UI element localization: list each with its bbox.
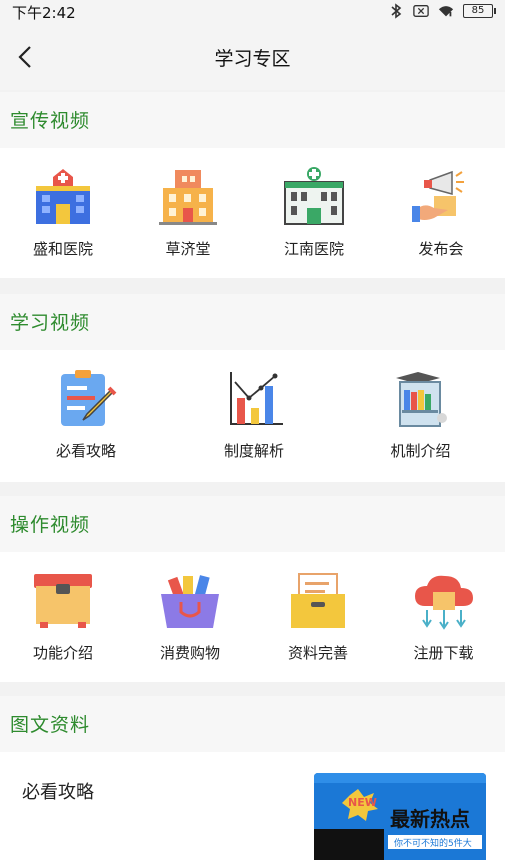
thumb-headline: 最新热点 [390,807,470,831]
status-time: 下午2:42 [12,4,76,22]
video-grid: 功能介绍 消费购物 资料完善 注册下载 [0,552,505,663]
bookshelf-icon [395,372,447,427]
document-thumbnail: NEW 最新热点 你不可不知的5件大 [314,773,486,860]
section-promo-videos: 宣传视频 盛和医院 草济堂 江南医院 发布会 [0,92,505,278]
grid-label: 盛和医院 [32,240,93,258]
box-icon [34,574,92,628]
thumb-badge: NEW [348,796,377,809]
grid-item-policy-analysis[interactable]: 制度解析 [172,368,336,461]
grid-item-shopping[interactable]: 消费购物 [126,570,254,663]
section-title: 宣传视频 [10,110,91,132]
video-grid: 必看攻略 制度解析 机制介绍 [0,350,505,461]
megaphone-icon [412,170,464,222]
section-header: 操作视频 [0,496,505,552]
grid-label: 必看攻略 [55,442,116,460]
grid-item-jiangnan-hospital[interactable]: 江南医院 [250,166,378,259]
thumb-subtitle: 你不可不知的5件大 [394,839,472,849]
section-title: 图文资料 [10,714,91,736]
building-orange-icon [159,170,217,225]
grid-label: 草济堂 [165,240,211,258]
bar-chart-icon [230,372,283,425]
grid-label: 资料完善 [287,644,348,662]
mute-icon [413,3,429,19]
grid-item-register-download[interactable]: 注册下载 [382,570,505,663]
grid-item-shenghe-hospital[interactable]: 盛和医院 [0,166,126,259]
clipboard-pen-icon [61,370,117,426]
video-grid: 盛和医院 草济堂 江南医院 发布会 [0,148,505,259]
section-header: 宣传视频 [0,92,505,148]
wifi-icon [438,3,454,19]
status-bar: 下午2:42 85 [0,0,505,24]
grid-item-mechanism-intro[interactable]: 机制介绍 [336,368,505,461]
grid-item-caojitang[interactable]: 草济堂 [126,166,250,259]
grid-item-press-conference[interactable]: 发布会 [378,166,504,259]
nav-bar: 学习专区 [0,24,505,90]
hospital-green-icon [284,167,344,225]
grid-label: 功能介绍 [32,644,93,662]
grid-label: 消费购物 [159,644,220,662]
section-title: 学习视频 [10,312,91,334]
section-operation-videos: 操作视频 功能介绍 消费购物 资料完善 注册下载 [0,496,505,682]
grid-label: 制度解析 [223,442,284,460]
grid-item-must-read-guide[interactable]: 必看攻略 [0,368,172,461]
grid-label: 发布会 [418,240,464,258]
battery-icon: 85 [463,4,496,18]
grid-label: 江南医院 [283,240,344,258]
document-row[interactable]: 必看攻略 NEW 最新热点 你不可不知的5件大 [0,752,505,860]
document-title: 必看攻略 [22,782,94,803]
cloud-download-icon [414,575,473,630]
shopping-bag-icon [161,575,219,628]
section-study-videos: 学习视频 必看攻略 制度解析 机制介绍 [0,294,505,482]
status-icons: 85 [388,3,496,19]
grid-label: 注册下载 [413,644,474,662]
section-header: 图文资料 [0,696,505,752]
section-header: 学习视频 [0,294,505,350]
grid-label: 机制介绍 [390,442,451,460]
section-graphic-materials: 图文资料 [0,696,505,752]
hospital-blue-icon [36,169,90,224]
grid-item-profile-complete[interactable]: 资料完善 [254,570,382,663]
grid-item-feature-intro[interactable]: 功能介绍 [0,570,126,663]
bluetooth-icon [388,3,404,19]
page-title: 学习专区 [214,48,291,70]
section-title: 操作视频 [10,514,91,536]
file-box-icon [291,573,345,628]
